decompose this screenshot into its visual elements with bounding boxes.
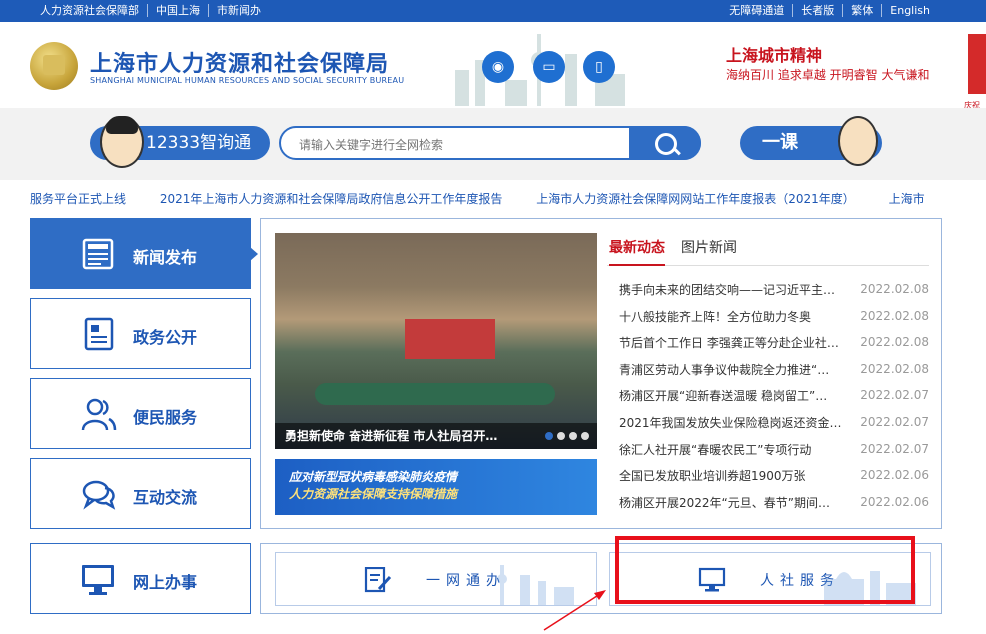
search-box bbox=[279, 126, 701, 160]
list-item[interactable]: 徐汇人社开展“春暖农民工”专项行动 2022.02.07 bbox=[619, 439, 929, 466]
org-name-cn[interactable]: 上海市人力资源和社会保障局 bbox=[90, 46, 389, 78]
top-link-china-shanghai[interactable]: 中国上海 bbox=[148, 4, 209, 17]
form-edit-icon bbox=[364, 567, 392, 593]
list-item[interactable]: 节后首个工作日 李强龚正等分赴企业社… 2022.02.08 bbox=[619, 332, 929, 359]
top-links-right: 无障碍通道 长者版 繁体 English bbox=[721, 4, 938, 17]
search-band: 12333智询通 一课 bbox=[0, 108, 986, 180]
top-link-mohrss[interactable]: 人力资源社会保障部 bbox=[40, 4, 148, 17]
ticker-item[interactable]: 上海市 bbox=[889, 192, 925, 206]
news-list: 携手向未来的团结交响——记习近平主… 2022.02.08 十八般技能齐上阵！全方… bbox=[619, 279, 929, 518]
nav-label: 新闻发布 bbox=[133, 248, 198, 267]
monitor-icon[interactable]: ▭ bbox=[533, 51, 565, 83]
site-header: 上海市人力资源和社会保障局 SHANGHAI MUNICIPAL HUMAN R… bbox=[0, 22, 986, 110]
nav-label: 互动交流 bbox=[133, 488, 198, 507]
top-link-news-office[interactable]: 市新闻办 bbox=[209, 4, 269, 17]
celebration-flag-icon[interactable] bbox=[968, 34, 986, 94]
nav-interaction[interactable]: 互动交流 bbox=[30, 458, 251, 529]
nav-gov-affairs[interactable]: 政务公开 bbox=[30, 298, 251, 369]
list-item[interactable]: 杨浦区开展“迎新春送温暖 稳岗留工”… 2022.02.07 bbox=[619, 385, 929, 412]
tab-latest-news[interactable]: 最新动态 bbox=[609, 237, 665, 266]
tab-photo-news[interactable]: 图片新闻 bbox=[681, 237, 737, 257]
list-item[interactable]: 杨浦区开展2022年“元旦、春节”期间… 2022.02.06 bbox=[619, 492, 929, 519]
nav-online-service[interactable]: 网上办事 bbox=[30, 543, 251, 614]
banner-line1: 应对新型冠状病毒感染肺炎疫情 bbox=[289, 470, 458, 484]
chat-icon bbox=[82, 480, 116, 510]
nav-public-service[interactable]: 便民服务 bbox=[30, 378, 251, 449]
news-icon bbox=[82, 238, 114, 270]
nav-label: 网上办事 bbox=[133, 573, 198, 592]
top-link-accessibility[interactable]: 无障碍通道 bbox=[721, 4, 794, 17]
people-icon bbox=[81, 398, 117, 431]
mobile-icon[interactable]: ▯ bbox=[583, 51, 615, 83]
list-item[interactable]: 全国已发放职业培训券超1900万张 2022.02.06 bbox=[619, 465, 929, 492]
news-panel: 勇担新使命 奋进新征程 市人社局召开… 应对新型冠状病毒感染肺炎疫情 人力资源社… bbox=[260, 218, 942, 529]
ticker-item[interactable]: 服务平台正式上线 bbox=[30, 192, 126, 206]
ticker-item[interactable]: 2021年上海市人力资源和社会保障局政府信息公开工作年度报告 bbox=[160, 192, 503, 206]
carousel-dot[interactable] bbox=[569, 432, 577, 440]
weibo-icon[interactable]: ◉ bbox=[482, 51, 514, 83]
epidemic-support-banner[interactable]: 应对新型冠状病毒感染肺炎疫情 人力资源社会保障支持保障措施 bbox=[275, 459, 597, 515]
teacher-mascot-icon bbox=[838, 116, 878, 166]
carousel-dot[interactable] bbox=[581, 432, 589, 440]
nav-label: 政务公开 bbox=[133, 328, 198, 347]
side-nav: 新闻发布 政务公开 便民服务 互动交流 网上办事 bbox=[30, 218, 258, 623]
carousel-dots bbox=[545, 432, 589, 440]
list-item[interactable]: 十八般技能齐上阵！全方位助力冬奥 2022.02.08 bbox=[619, 306, 929, 333]
search-button[interactable] bbox=[629, 126, 701, 160]
city-spirit-title: 上海城市精神 bbox=[726, 46, 823, 65]
carousel-dot[interactable] bbox=[557, 432, 565, 440]
carousel-dot[interactable] bbox=[545, 432, 553, 440]
city-spirit-text: 海纳百川 追求卓越 开明睿智 大气谦和 bbox=[726, 68, 930, 82]
list-item[interactable]: 携手向未来的团结交响——记习近平主… 2022.02.08 bbox=[619, 279, 929, 306]
org-name-en: SHANGHAI MUNICIPAL HUMAN RESOURCES AND S… bbox=[90, 76, 405, 85]
computer-icon bbox=[82, 565, 114, 595]
bureau-emblem-icon[interactable] bbox=[30, 42, 78, 90]
top-link-traditional[interactable]: 繁体 bbox=[843, 4, 883, 17]
top-link-english[interactable]: English bbox=[882, 4, 938, 17]
list-item[interactable]: 青浦区劳动人事争议仲裁院全力推进“… 2022.02.08 bbox=[619, 359, 929, 386]
nav-news-release[interactable]: 新闻发布 bbox=[30, 218, 258, 289]
nav-label: 便民服务 bbox=[133, 408, 198, 427]
assistant-mascot-icon bbox=[100, 116, 144, 168]
search-icon bbox=[655, 133, 677, 155]
top-links-left: 人力资源社会保障部 中国上海 市新闻办 bbox=[40, 4, 269, 17]
top-link-elder-mode[interactable]: 长者版 bbox=[793, 4, 844, 17]
document-icon bbox=[84, 317, 114, 351]
banner-line2: 人力资源社会保障支持保障措施 bbox=[289, 487, 458, 501]
news-photo[interactable]: 勇担新使命 奋进新征程 市人社局召开… bbox=[275, 233, 597, 449]
top-bar: 人力资源社会保障部 中国上海 市新闻办 无障碍通道 长者版 繁体 English bbox=[0, 0, 986, 22]
list-item[interactable]: 2021年我国发放失业保险稳岗返还资金… 2022.02.07 bbox=[619, 412, 929, 439]
news-ticker: 服务平台正式上线 2021年上海市人力资源和社会保障局政府信息公开工作年度报告 … bbox=[30, 190, 942, 208]
news-tabs: 最新动态 图片新闻 bbox=[607, 235, 929, 266]
pointer-arrow-icon bbox=[543, 590, 606, 631]
ticker-item[interactable]: 上海市人力资源社会保障网网站工作年度报表（2021年度） bbox=[536, 192, 855, 206]
highlight-box bbox=[615, 536, 915, 604]
search-input[interactable] bbox=[297, 134, 641, 156]
